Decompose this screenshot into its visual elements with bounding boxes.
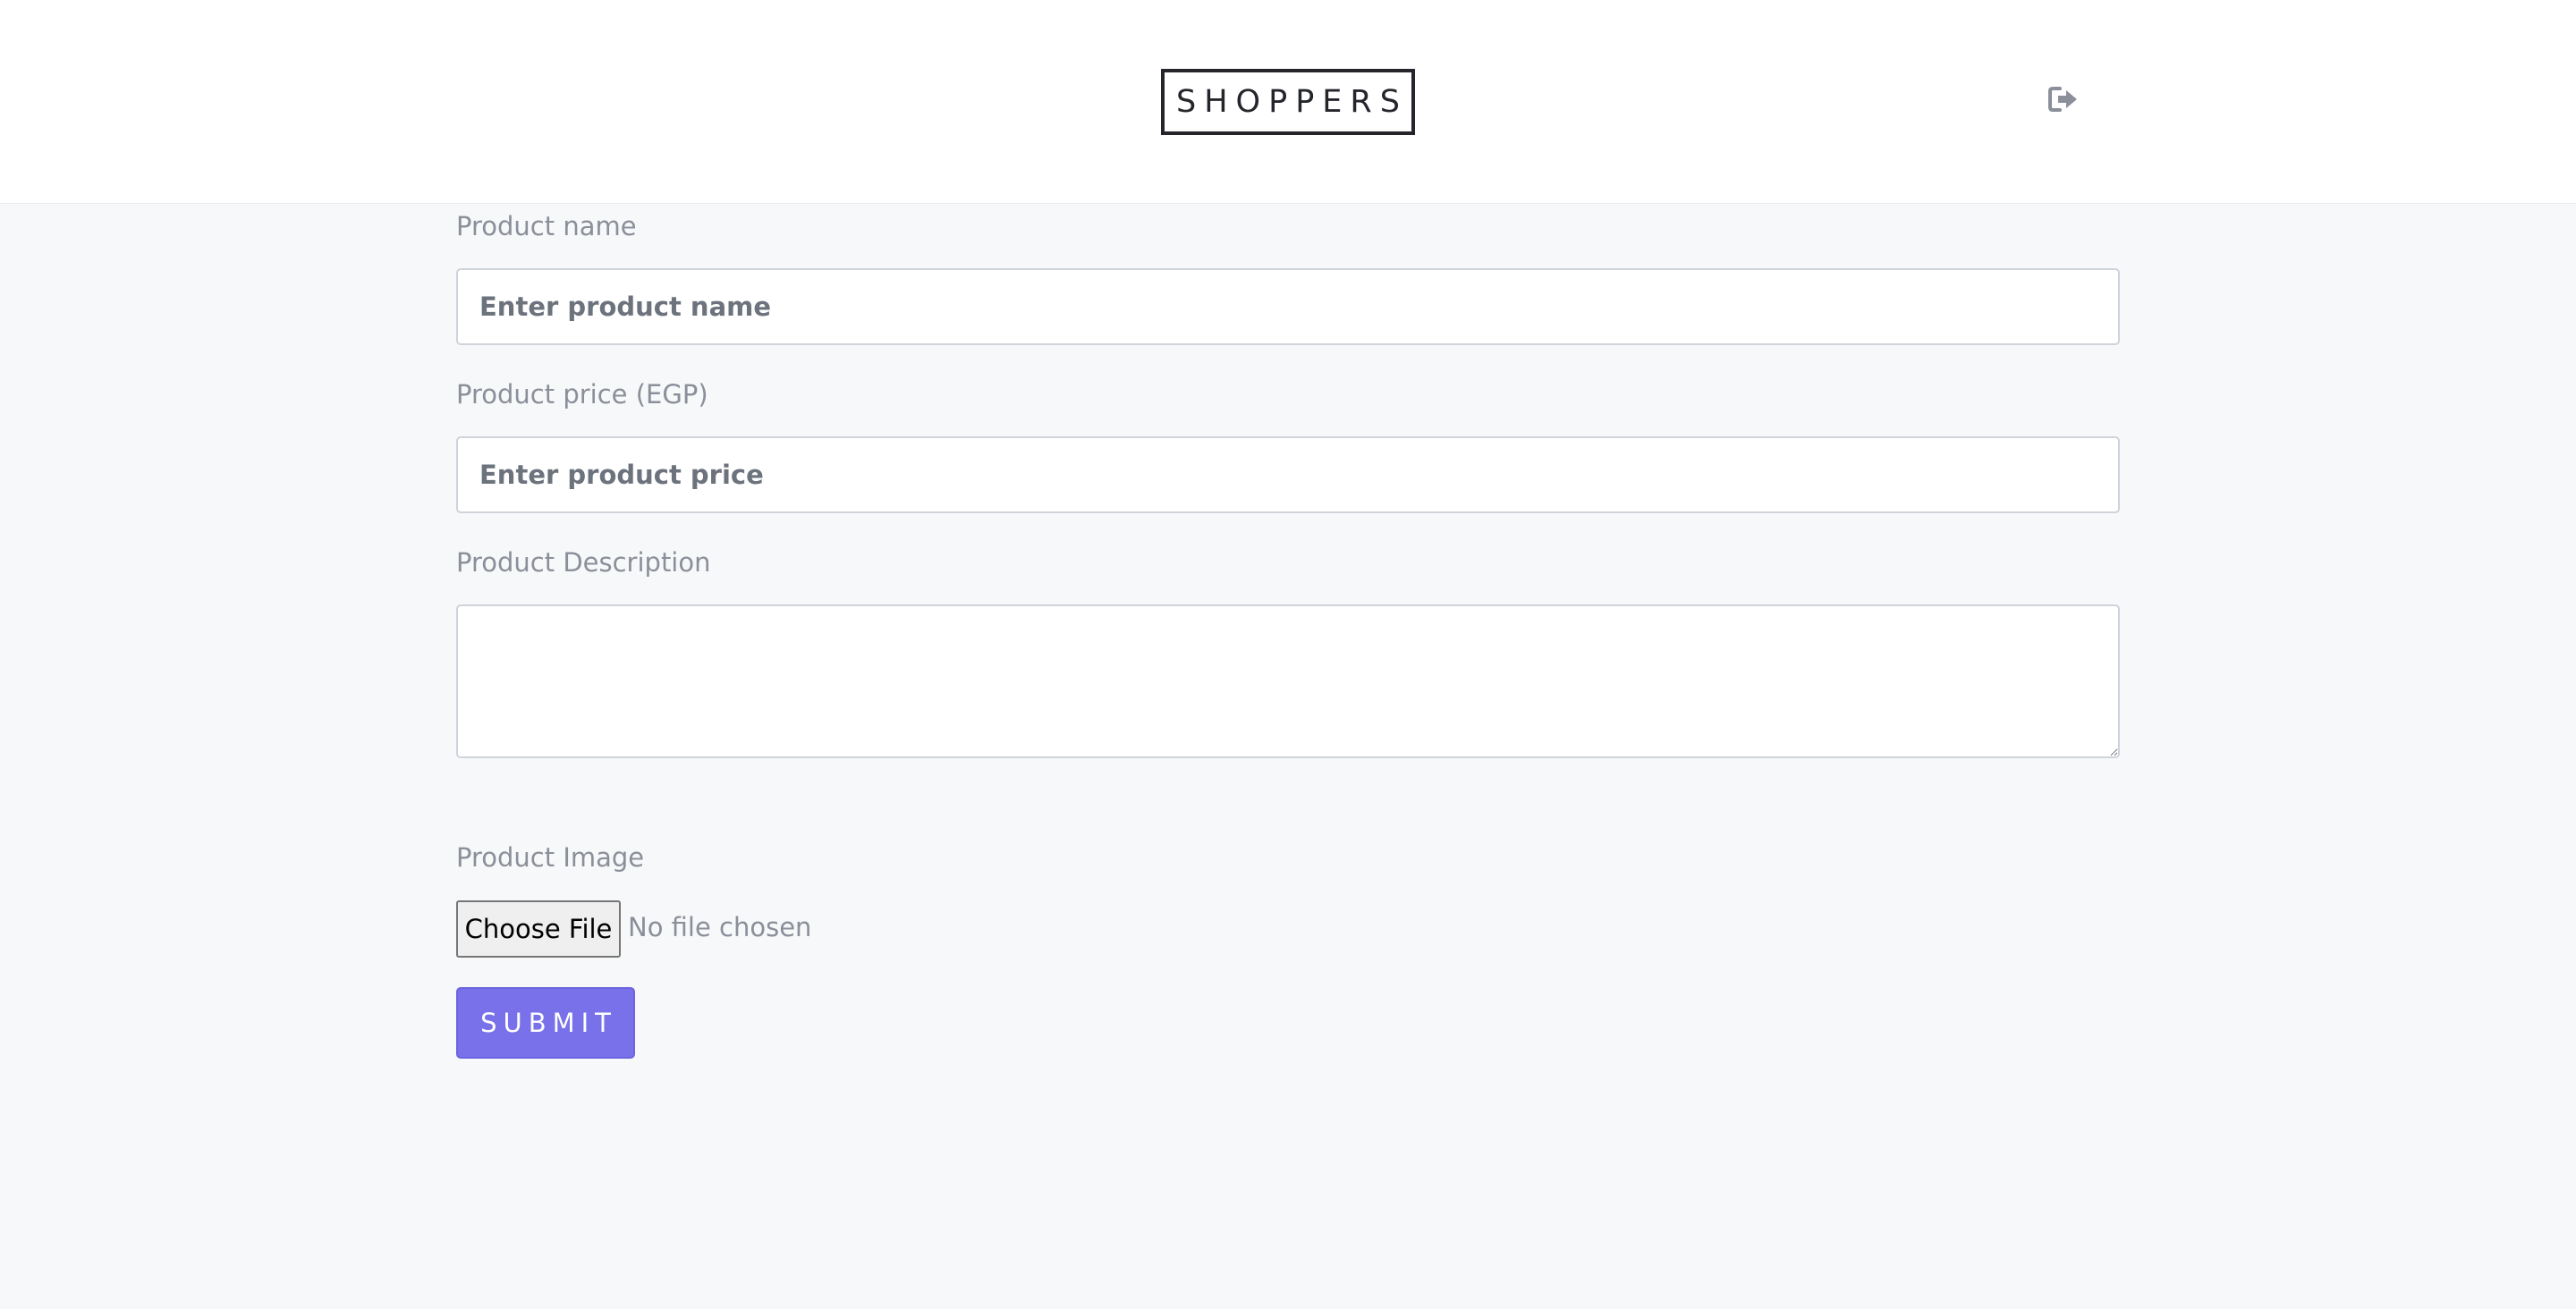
product-price-input[interactable]: [456, 436, 2120, 513]
product-name-input[interactable]: [456, 268, 2120, 345]
product-description-textarea[interactable]: [456, 604, 2120, 758]
site-header: SHOPPERS: [0, 0, 2576, 204]
choose-file-button[interactable]: Choose File: [456, 900, 621, 958]
file-status-text: No file chosen: [628, 912, 812, 942]
product-name-label: Product name: [456, 211, 637, 241]
submit-button[interactable]: SUBMIT: [456, 987, 635, 1059]
product-price-label: Product price (EGP): [456, 379, 708, 410]
product-description-label: Product Description: [456, 547, 711, 578]
sign-out-icon[interactable]: [2048, 86, 2079, 113]
site-logo[interactable]: SHOPPERS: [1161, 69, 1415, 135]
product-image-label: Product Image: [456, 842, 645, 873]
